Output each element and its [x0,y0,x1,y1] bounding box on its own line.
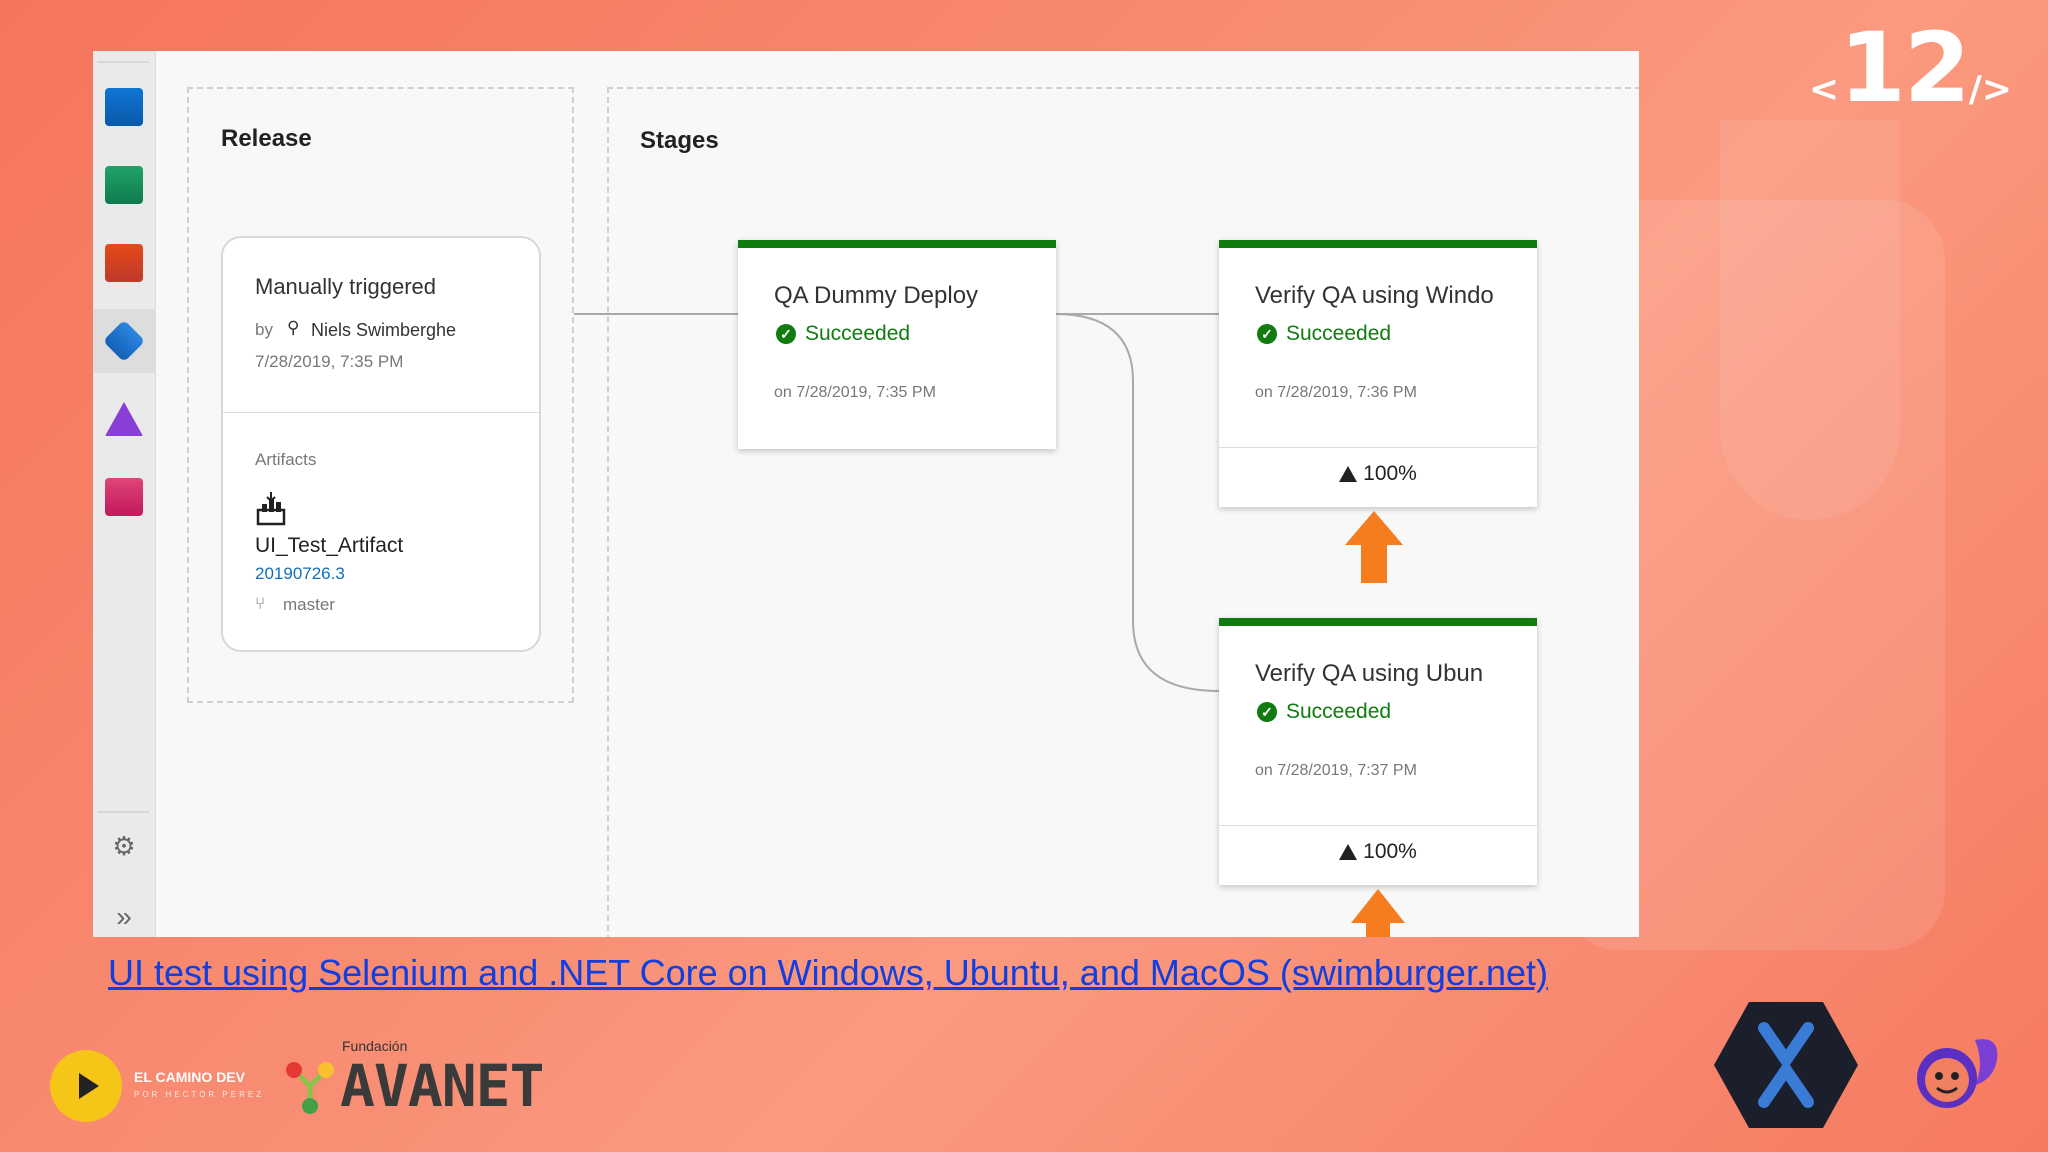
test-result[interactable]: 100% [1219,462,1537,486]
stage-date: on 7/28/2019, 7:37 PM [1255,762,1417,779]
avanet-logo: Fundación AVANET [282,1038,545,1120]
stage-divider [1219,825,1537,826]
stage-divider [1219,447,1537,448]
play-icon [50,1050,122,1122]
article-link[interactable]: UI test using Selenium and .NET Core on … [108,952,1548,994]
stage-name: QA Dummy Deploy [774,282,979,309]
test-percentage: 100% [1363,840,1417,863]
artifact-name: UI_Test_Artifact [255,534,404,557]
check-circle-icon: ✓ [1257,702,1277,722]
flask-icon [1339,466,1358,482]
arrow-up-icon [1351,889,1405,937]
trigger-text: Manually triggered [255,274,436,299]
stage-status-bar [738,240,1056,248]
stage-status: ✓ Succeeded [776,322,910,346]
background-shape [1720,120,1900,520]
stage-card[interactable]: Verify QA using Ubun ✓ Succeeded on 7/28… [1219,618,1537,885]
el-camino-dev-logo: EL CAMINO DEV POR HECTOR PEREZ [50,1050,264,1122]
stage-status: ✓ Succeeded [1257,322,1391,346]
camino-title: EL CAMINO DEV [134,1069,245,1085]
stage-card[interactable]: Verify QA using Windo ✓ Succeeded on 7/2… [1219,240,1537,507]
artifact-version-link[interactable]: 20190726.3 [255,564,345,584]
user-icon: ⚲ [287,318,300,337]
release-panel-title: Release [221,125,312,152]
status-text: Succeeded [1286,322,1392,345]
test-percentage: 100% [1363,462,1417,485]
stage-date: on 7/28/2019, 7:35 PM [774,384,936,401]
camino-subtitle: POR HECTOR PEREZ [134,1090,265,1099]
mascot-logo [1917,1039,1998,1108]
avanet-molecule-icon [286,1062,334,1114]
artifacts-label: Artifacts [255,450,317,469]
stage-name: Verify QA using Ubun [1255,660,1484,687]
status-text: Succeeded [805,322,911,345]
build-artifact-icon [256,492,286,526]
arrow-up-icon [1345,511,1403,583]
branch-name: master [283,595,335,614]
stage-name: Verify QA using Windo [1255,282,1494,309]
release-card-divider [223,412,539,413]
branch-icon: ⑂ [255,594,266,613]
stage-card[interactable]: QA Dummy Deploy ✓ Succeeded on 7/28/2019… [738,240,1056,449]
test-result[interactable]: 100% [1219,840,1537,864]
azure-devops-screenshot: ⚙ » Release Manually triggered by ⚲ Niel… [93,51,1639,937]
user-name[interactable]: Niels Swimberghe [311,320,456,341]
stage-date: on 7/28/2019, 7:36 PM [1255,384,1417,401]
status-text: Succeeded [1286,700,1392,723]
release-card[interactable]: Manually triggered by ⚲ Niels Swimberghe… [221,236,541,652]
release-date: 7/28/2019, 7:35 PM [255,352,404,371]
by-label: by [255,320,273,339]
avanet-big-text: AVANET [340,1052,545,1120]
stage-status-bar [1219,240,1537,248]
xamarin-hex-logo [1714,1002,1858,1128]
stage-status-bar [1219,618,1537,626]
slide-number: < 12 /> [1808,12,2012,124]
check-circle-icon: ✓ [1257,324,1277,344]
stage-status: ✓ Succeeded [1257,700,1391,724]
check-circle-icon: ✓ [776,324,796,344]
flask-icon [1339,844,1358,860]
stages-panel-title: Stages [640,127,719,154]
